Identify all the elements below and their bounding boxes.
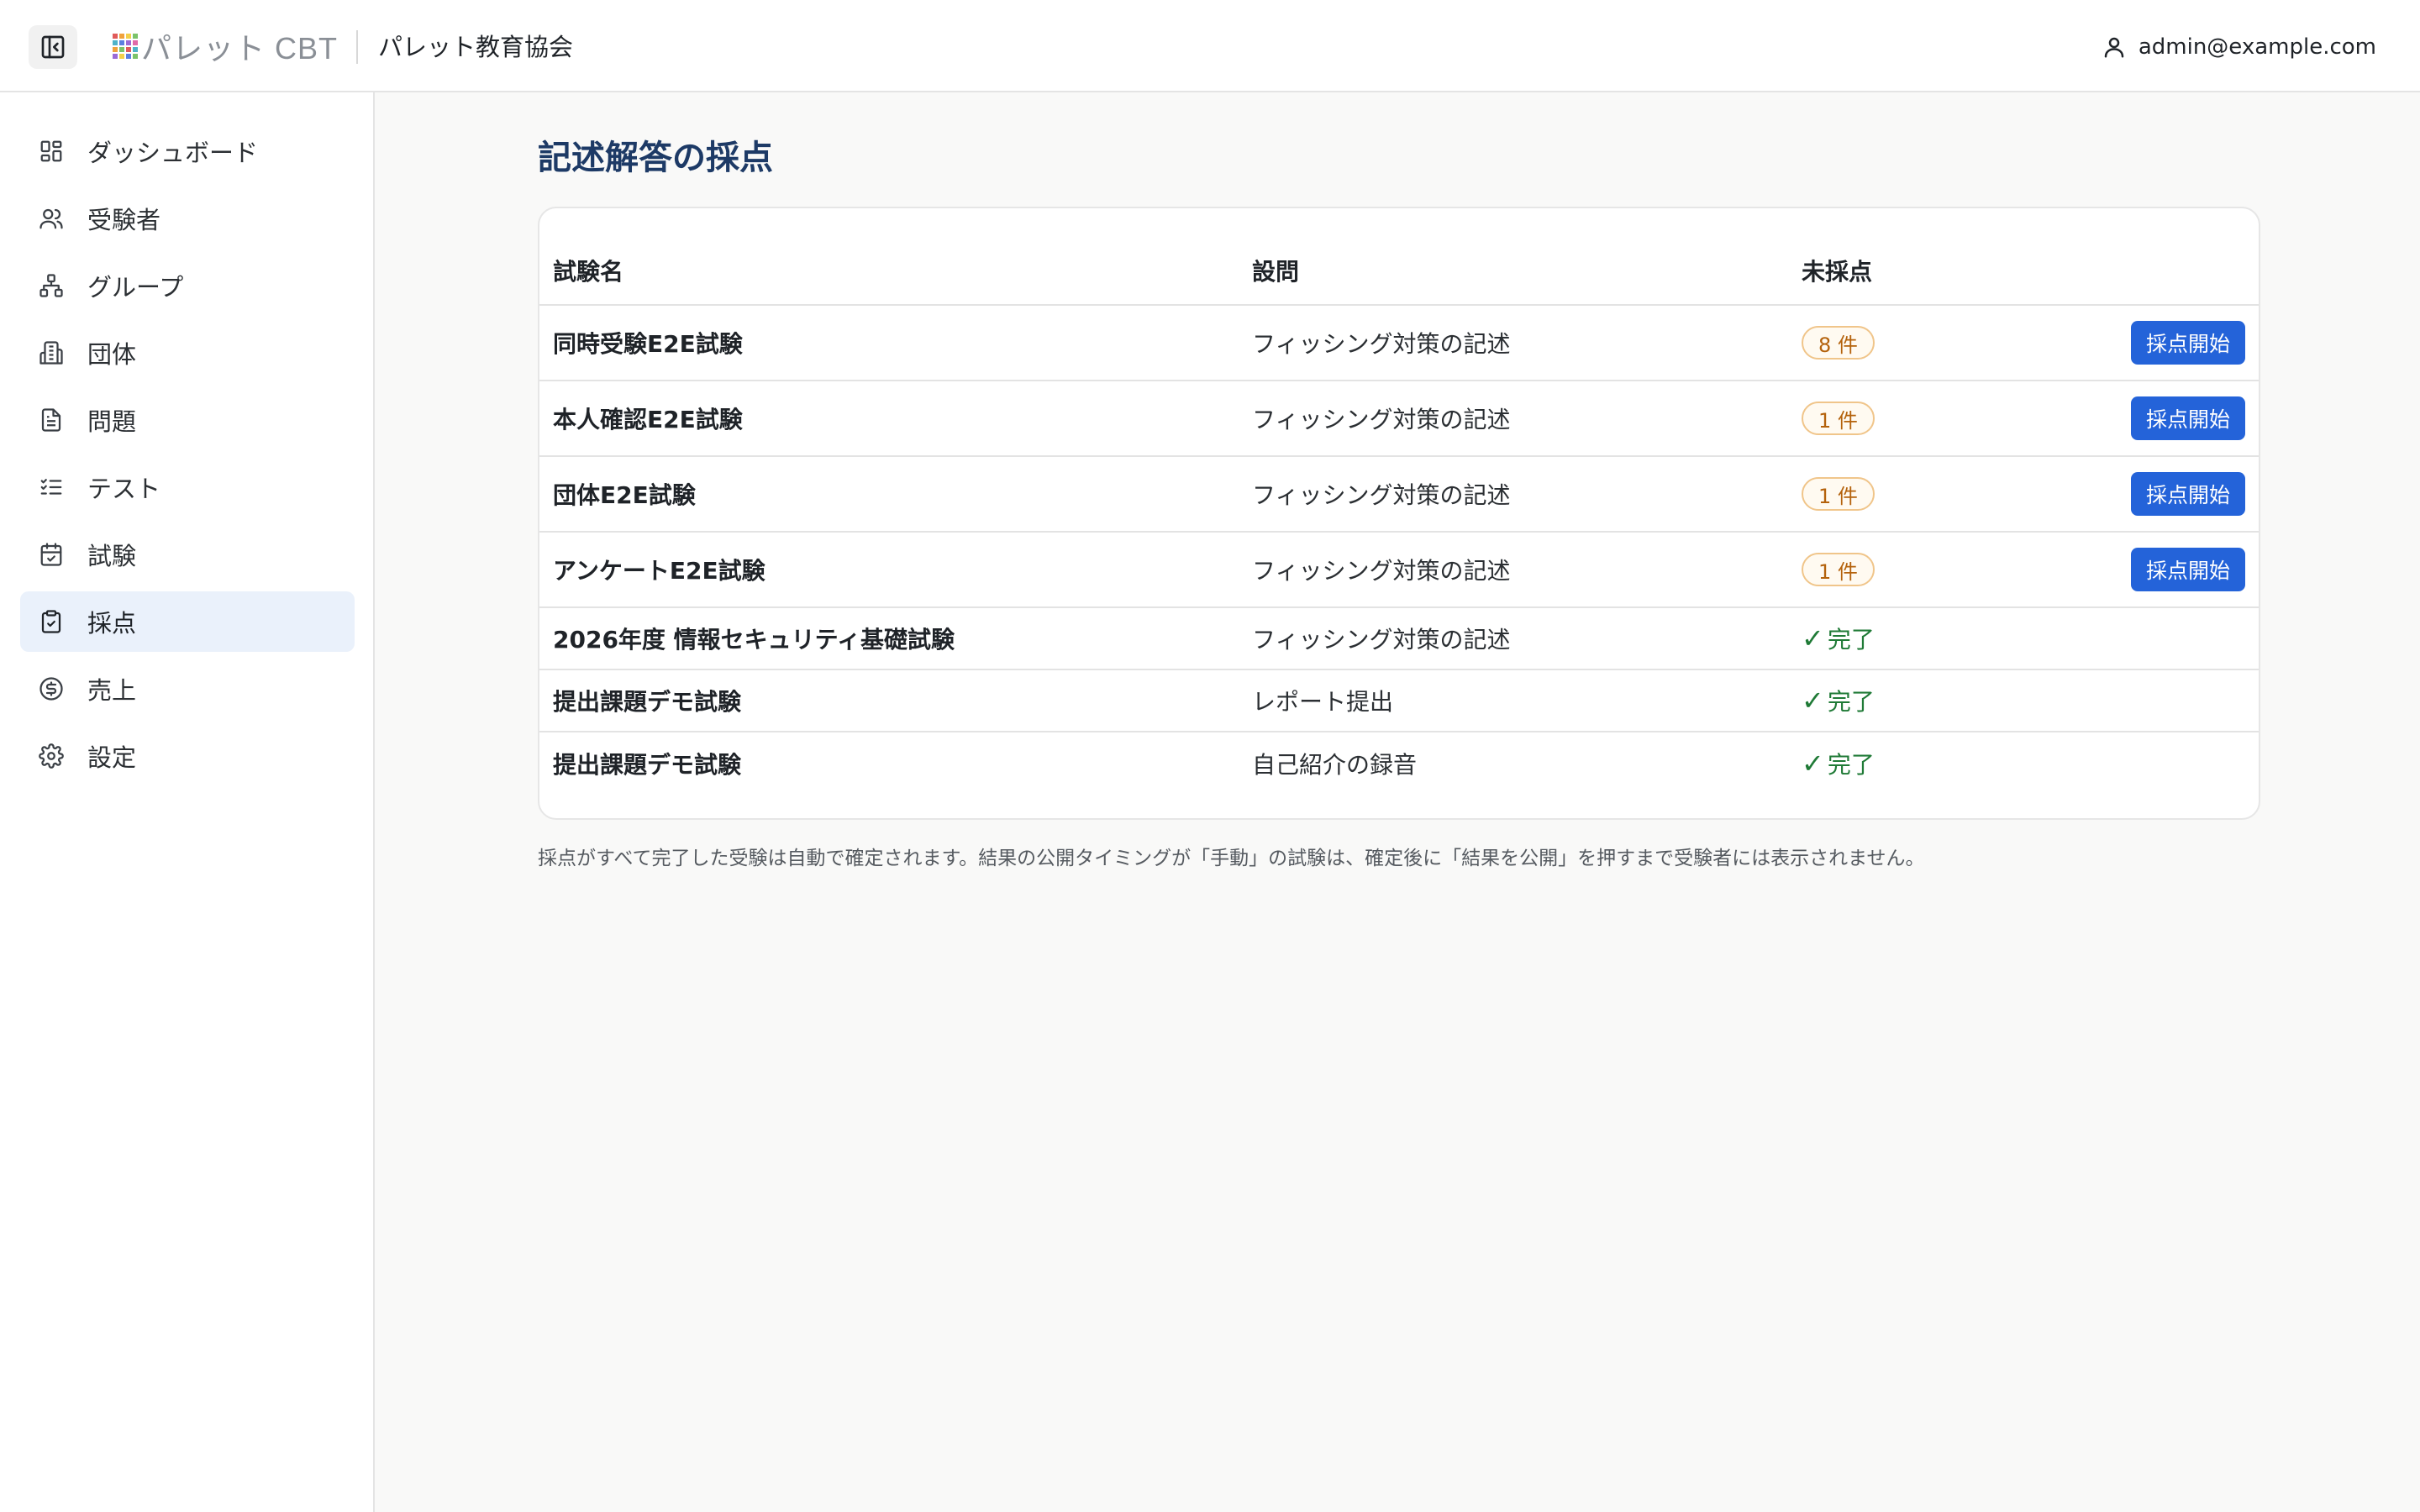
users-icon	[39, 208, 63, 229]
checklist-icon	[40, 479, 62, 495]
table-row: 2026年度 情報セキュリティ基礎試験 フィッシング対策の記述 ✓ 完了	[539, 606, 2259, 669]
table-row: アンケートE2E試験 フィッシング対策の記述 1 件 採点開始	[539, 531, 2259, 606]
column-header-exam-name: 試験名	[553, 258, 624, 286]
exam-name: 提出課題デモ試験	[553, 688, 742, 716]
sidebar-item-examinees[interactable]: 受験者	[20, 188, 355, 249]
sidebar-item-label: 試験	[87, 542, 137, 570]
building-icon	[39, 341, 63, 365]
check-icon: ✓	[1802, 685, 1824, 717]
exam-name: 提出課題デモ試験	[553, 751, 742, 779]
sidebar-item-label: 売上	[87, 676, 137, 705]
sidebar-toggle-button[interactable]	[29, 25, 77, 69]
sidebar-item-exams[interactable]: 試験	[20, 524, 355, 585]
logo-text: パレット CBT	[141, 31, 339, 66]
action-cell: 採点開始	[2091, 306, 2259, 380]
dollar-circle-icon	[39, 677, 63, 701]
pending-count-badge: 1 件	[1802, 553, 1875, 586]
completed-status: ✓ 完了	[1802, 608, 1875, 669]
sidebar-item-sales[interactable]: 売上	[20, 659, 355, 719]
column-header-pending: 未採点	[1802, 258, 1873, 286]
sidebar-item-dashboard[interactable]: ダッシュボード	[20, 121, 355, 181]
completed-status: ✓ 完了	[1802, 670, 1875, 731]
exam-name: 団体E2E試験	[553, 481, 696, 509]
pending-cell: 1 件	[1802, 457, 1875, 531]
pending-count-badge: 1 件	[1802, 477, 1875, 511]
table-row: 提出課題デモ試験 レポート提出 ✓ 完了	[539, 669, 2259, 731]
header-divider	[356, 30, 358, 64]
dashboard-icon	[40, 140, 62, 162]
pending-cell: 8 件	[1802, 306, 1875, 380]
question-name: フィッシング対策の記述	[1252, 557, 1511, 585]
exam-name: 2026年度 情報セキュリティ基礎試験	[553, 626, 955, 654]
sidebar-item-label: 受験者	[87, 206, 161, 234]
start-grading-button[interactable]: 採点開始	[2130, 548, 2245, 591]
palette-grid-icon	[113, 34, 138, 59]
sidebar: ダッシュボード 受験者 グループ 団体 問題 テスト 試験 採点 売上 設定	[0, 92, 375, 1512]
question-name: 自己紹介の録音	[1252, 751, 1418, 779]
sidebar-item-label: 問題	[87, 407, 137, 436]
question-name: フィッシング対策の記述	[1252, 330, 1511, 358]
start-grading-button[interactable]: 採点開始	[2130, 396, 2245, 440]
check-icon: ✓	[1802, 622, 1824, 654]
grading-footnote: 採点がすべて完了した受験は自動で確定されます。結果の公開タイミングが「手動」の試…	[538, 848, 1925, 869]
organization-name: パレット教育協会	[378, 33, 574, 61]
sidebar-item-label: テスト	[87, 475, 161, 503]
user-email: admin@example.com	[2138, 34, 2376, 60]
action-cell: 採点開始	[2091, 457, 2259, 531]
start-grading-button[interactable]: 採点開始	[2130, 472, 2245, 516]
question-name: フィッシング対策の記述	[1252, 406, 1511, 433]
sidebar-item-label: 団体	[87, 340, 137, 369]
sidebar-collapse-icon	[41, 35, 65, 59]
check-icon: ✓	[1802, 748, 1824, 780]
column-header-question: 設問	[1252, 258, 1300, 286]
page-title: 記述解答の採点	[538, 139, 773, 177]
table-row: 本人確認E2E試験 フィッシング対策の記述 1 件 採点開始	[539, 380, 2259, 455]
pending-count-badge: 1 件	[1802, 402, 1875, 435]
start-grading-button[interactable]: 採点開始	[2130, 321, 2245, 365]
completed-label: 完了	[1827, 751, 1875, 779]
exam-name: 本人確認E2E試験	[553, 406, 743, 433]
group-hierarchy-icon	[39, 274, 63, 297]
sidebar-item-label: 設定	[87, 743, 137, 772]
sidebar-item-questions[interactable]: 問題	[20, 390, 355, 450]
sidebar-item-groups[interactable]: グループ	[20, 255, 355, 316]
question-name: フィッシング対策の記述	[1252, 481, 1511, 509]
sidebar-item-organizations[interactable]: 団体	[20, 323, 355, 383]
sidebar-item-settings[interactable]: 設定	[20, 726, 355, 786]
pending-cell: 1 件	[1802, 533, 1875, 606]
calendar-check-icon	[40, 543, 62, 566]
completed-label: 完了	[1827, 626, 1875, 654]
sidebar-item-tests[interactable]: テスト	[20, 457, 355, 517]
user-menu[interactable]: admin@example.com	[2102, 29, 2376, 66]
app-logo[interactable]: パレット CBT	[113, 25, 338, 67]
table-row: 団体E2E試験 フィッシング対策の記述 1 件 採点開始	[539, 455, 2259, 531]
exam-name: 同時受験E2E試験	[553, 330, 743, 358]
table-row: 提出課題デモ試験 自己紹介の録音 ✓ 完了	[539, 731, 2259, 795]
question-name: フィッシング対策の記述	[1252, 626, 1511, 654]
top-header: パレット CBT パレット教育協会 admin@example.com	[0, 0, 2420, 92]
sidebar-item-label: 採点	[87, 609, 137, 638]
user-icon	[2104, 37, 2124, 58]
action-cell: 採点開始	[2091, 381, 2259, 455]
action-cell: 採点開始	[2091, 533, 2259, 606]
grading-table-card: 試験名 設問 未採点 同時受験E2E試験 フィッシング対策の記述 8 件 採点開…	[538, 207, 2260, 820]
sidebar-item-label: ダッシュボード	[87, 139, 259, 167]
question-name: レポート提出	[1252, 688, 1394, 716]
sidebar-item-label: グループ	[87, 273, 184, 302]
document-icon	[41, 408, 61, 432]
completed-status: ✓ 完了	[1802, 732, 1875, 795]
table-row: 同時受験E2E試験 フィッシング対策の記述 8 件 採点開始	[539, 304, 2259, 380]
exam-name: アンケートE2E試験	[553, 557, 765, 585]
completed-label: 完了	[1827, 688, 1875, 716]
sidebar-item-grading[interactable]: 採点	[20, 591, 355, 652]
clipboard-check-icon	[41, 610, 61, 633]
gear-icon	[39, 743, 64, 769]
pending-count-badge: 8 件	[1802, 326, 1875, 360]
pending-cell: 1 件	[1802, 381, 1875, 455]
